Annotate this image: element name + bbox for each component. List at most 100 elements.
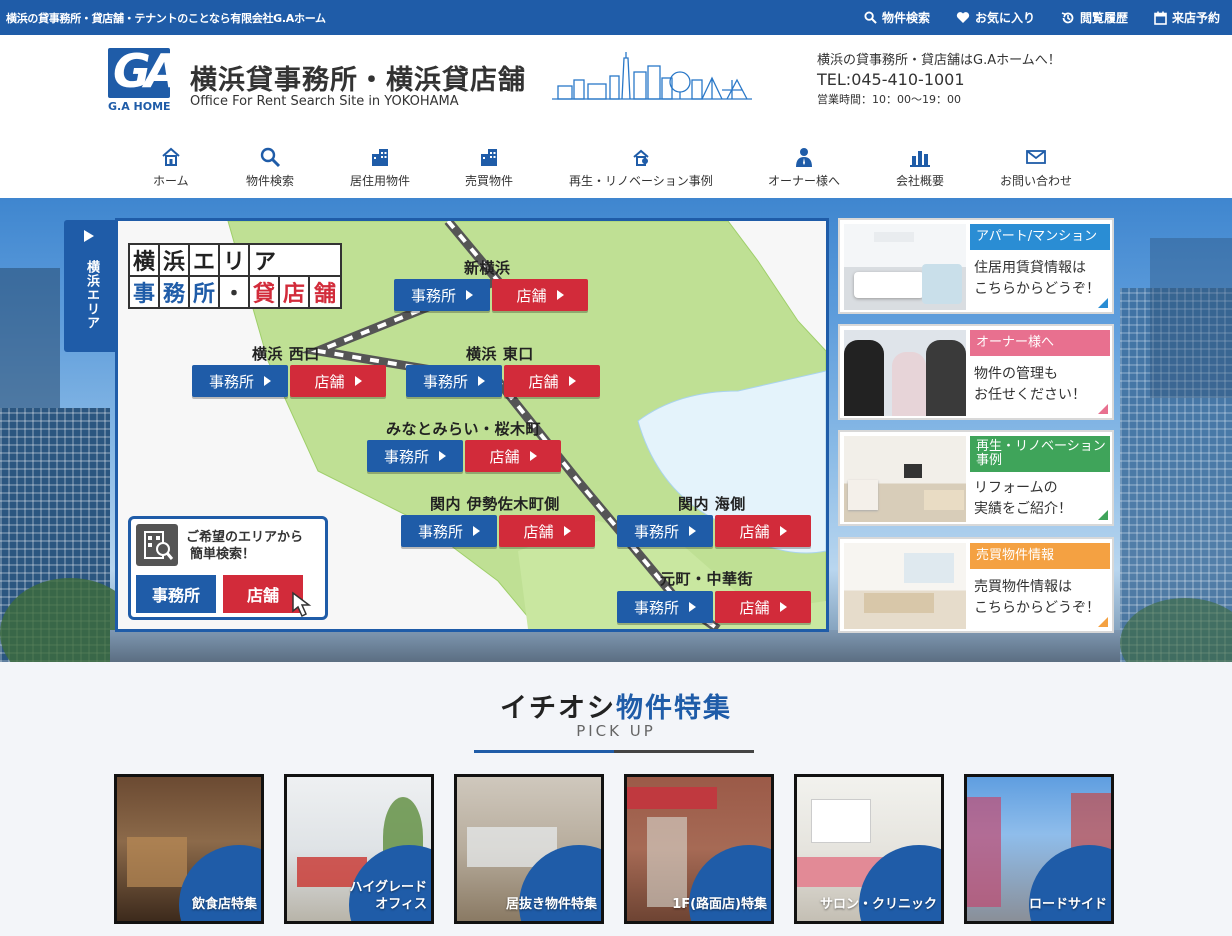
toplink-label: 閲覧履歴 <box>1079 11 1128 25</box>
pickup-item-salon-clinic[interactable]: サロン・クリニック <box>794 774 944 924</box>
card-label: 再生・リノベーション事例 <box>970 436 1110 472</box>
toplink-favorites[interactable]: お気に入り <box>956 9 1035 26</box>
shop-button-minatomirai[interactable]: 店舗 <box>465 440 561 472</box>
top-links: 物件検索 お気に入り 閲覧履歴 来店予約 <box>864 0 1232 35</box>
company-icon <box>910 151 930 167</box>
person-icon <box>796 148 812 167</box>
easy-search-text: ご希望のエリアから 簡単検索！ <box>186 530 304 562</box>
card-text: 売買物件情報は こちらからどうぞ！ <box>974 579 1100 616</box>
area-label-minatomirai: みなとみらい・桜木町 <box>386 420 542 438</box>
toplink-label: 物件検索 <box>881 11 930 25</box>
shop-button-yokohama-east[interactable]: 店舗 <box>504 365 600 397</box>
map-title-char: リ <box>220 245 250 275</box>
global-nav: ホーム 物件検索 居住用物件 売買物件 再生・リノベーション事例 オーナー様へ … <box>0 146 1232 198</box>
map-title-char: 店 <box>280 277 310 307</box>
cursor-hand-icon <box>292 591 312 618</box>
search-icon <box>260 147 281 168</box>
nav-item-contact[interactable]: お問い合わせ <box>1000 146 1072 189</box>
office-button-minatomirai[interactable]: 事務所 <box>367 440 463 472</box>
nav-item-owners[interactable]: オーナー様へ <box>768 146 840 189</box>
map-title-char: エ <box>190 245 220 275</box>
side-card-apartment[interactable]: アパート/マンション 住居用賃貸情報は こちらからどうぞ！ <box>838 218 1114 314</box>
shop-button-kannai-isezakicho[interactable]: 店舗 <box>499 515 595 547</box>
renovation-photo <box>844 436 966 522</box>
office-button-kannai-seaside[interactable]: 事務所 <box>617 515 713 547</box>
area-label-yokohama-west: 横浜 西口 <box>252 345 320 363</box>
business-hours: 営業時間：10：00〜19：00 <box>817 93 961 106</box>
nav-label: オーナー様へ <box>768 174 841 188</box>
pickup-label: 飲食店特集 <box>191 897 257 912</box>
nav-item-sale[interactable]: 売買物件 <box>465 146 513 189</box>
top-bar: 横浜の貸事務所・貸店舗・テナントのことなら有限会社G.Aホーム 物件検索 お気に… <box>0 0 1232 35</box>
sale-photo <box>844 543 966 629</box>
nav-item-search[interactable]: 物件検索 <box>246 146 294 189</box>
card-text: 物件の管理も お任せください！ <box>974 366 1086 403</box>
office-button-kannai-isezakicho[interactable]: 事務所 <box>401 515 497 547</box>
pickup-item-roadside[interactable]: ロードサイド <box>964 774 1114 924</box>
easy-search-office-button[interactable]: 事務所 <box>136 575 216 613</box>
phone-number[interactable]: TEL:045-410-1001 <box>817 70 1061 89</box>
nav-item-renovation[interactable]: 再生・リノベーション事例 <box>569 146 713 189</box>
nav-item-company[interactable]: 会社概要 <box>896 146 944 189</box>
office-button-yokohama-west[interactable]: 事務所 <box>192 365 288 397</box>
header-contact-info: 横浜の貸事務所・貸店舗はG.Aホームへ！ TEL:045-410-1001 営業… <box>817 49 1061 107</box>
nav-label: ホーム <box>153 174 189 188</box>
pickup-item-furnished[interactable]: 居抜き物件特集 <box>454 774 604 924</box>
office-button-shin-yokohama[interactable]: 事務所 <box>394 279 490 311</box>
shop-button-kannai-seaside[interactable]: 店舗 <box>715 515 811 547</box>
area-label-yokohama-east: 横浜 東口 <box>466 345 534 363</box>
nav-label: 売買物件 <box>465 174 514 188</box>
nav-label: 会社概要 <box>896 174 945 188</box>
site-subtitle: Office For Rent Search Site in YOKOHAMA <box>190 94 459 109</box>
site-title: 横浜貸事務所・横浜貸店舗 <box>190 65 526 96</box>
logo-text: G.A HOME <box>108 100 171 113</box>
pickup-item-restaurant[interactable]: 飲食店特集 <box>114 774 264 924</box>
apartment-photo <box>844 224 966 310</box>
area-label-shin-yokohama: 新横浜 <box>464 259 511 277</box>
toplink-history[interactable]: 閲覧履歴 <box>1061 9 1128 26</box>
area-tab-label: 横浜エリア <box>84 260 99 330</box>
pickup-label: ロードサイド <box>1028 897 1107 912</box>
company-logo[interactable]: GA G.A HOME <box>108 44 180 114</box>
nav-label: お問い合わせ <box>1000 174 1073 188</box>
toplink-label: 来店予約 <box>1171 11 1220 25</box>
side-card-renovation[interactable]: 再生・リノベーション事例 リフォームの 実績をご紹介！ <box>838 430 1114 526</box>
pickup-item-highgrade-office[interactable]: ハイグレード オフィス <box>284 774 434 924</box>
side-card-owners[interactable]: オーナー様へ 物件の管理も お任せください！ <box>838 324 1114 420</box>
card-label: アパート/マンション <box>970 224 1110 250</box>
side-card-sale[interactable]: 売買物件情報 売買物件情報は こちらからどうぞ！ <box>838 537 1114 633</box>
history-icon <box>1061 11 1074 23</box>
shop-button-motomachi-chinatown[interactable]: 店舗 <box>715 591 811 623</box>
shop-button-yokohama-west[interactable]: 店舗 <box>290 365 386 397</box>
home-icon <box>162 147 180 166</box>
area-tab[interactable]: 横浜エリア <box>64 220 116 352</box>
map-title-char: 浜 <box>160 245 190 275</box>
divider <box>474 750 614 753</box>
map-title: 横 浜 エ リ ア 事 務 所 ・ 貸 店 舗 <box>128 243 342 309</box>
pickup-label: ハイグレード オフィス <box>349 880 427 912</box>
nav-item-residential[interactable]: 居住用物件 <box>350 146 410 189</box>
nav-item-home[interactable]: ホーム <box>153 146 189 189</box>
corner-arrow-icon <box>1098 617 1108 627</box>
pickup-subtitle: PICK UP <box>576 722 656 740</box>
map-title-char: 貸 <box>250 277 280 307</box>
shop-button-shin-yokohama[interactable]: 店舗 <box>492 279 588 311</box>
search-icon <box>864 11 877 24</box>
toplink-reservation[interactable]: 来店予約 <box>1154 9 1220 26</box>
pickup-item-ground-floor[interactable]: 1F(路面店)特集 <box>624 774 774 924</box>
card-text: 住居用賃貸情報は こちらからどうぞ！ <box>974 260 1100 297</box>
toplink-label: お気に入り <box>974 11 1035 25</box>
map-title-char: ア <box>253 250 276 275</box>
area-map: 横 浜 エ リ ア 事 務 所 ・ 貸 店 舗 新横浜 事務所 店舗 横浜 西口… <box>115 218 829 632</box>
building-search-icon <box>136 524 178 566</box>
pickup-section: イチオシ物件特集 PICK UP 飲食店特集 ハイグレード オフィス 居抜き物件… <box>0 662 1232 936</box>
office-button-motomachi-chinatown[interactable]: 事務所 <box>617 591 713 623</box>
background-city <box>110 630 1120 662</box>
background-building <box>1150 238 1232 398</box>
office-button-yokohama-east[interactable]: 事務所 <box>406 365 502 397</box>
toplink-search[interactable]: 物件検索 <box>864 9 930 26</box>
area-label-motomachi-chinatown: 元町・中華街 <box>660 570 754 588</box>
map-title-char: ・ <box>220 277 250 307</box>
pickup-label: 1F(路面店)特集 <box>672 897 767 912</box>
renovation-icon <box>633 149 649 166</box>
